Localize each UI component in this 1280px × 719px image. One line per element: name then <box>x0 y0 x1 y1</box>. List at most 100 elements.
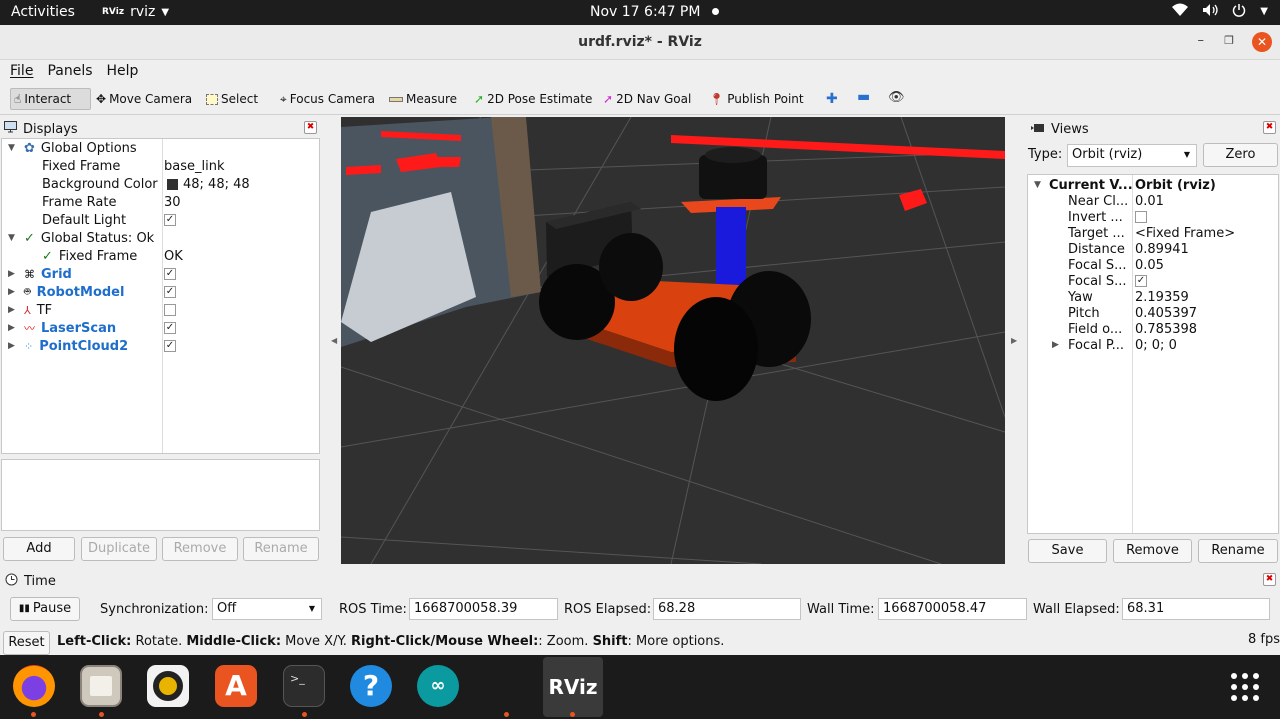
monitor-icon <box>4 121 17 137</box>
close-time-icon[interactable]: ✖ <box>1263 573 1276 586</box>
ros-elapsed-field[interactable]: 68.28 <box>653 598 801 620</box>
clock-icon <box>5 573 18 590</box>
invert-checkbox[interactable] <box>1135 211 1147 223</box>
collapsed-arrow-icon[interactable]: ▶ <box>8 305 15 315</box>
clock[interactable]: Nov 17 6:47 PM <box>590 4 720 20</box>
gear-icon: ✿ <box>24 140 35 156</box>
rename-view-button[interactable]: Rename <box>1198 539 1278 563</box>
clock-text: Nov 17 6:47 PM <box>590 4 701 20</box>
help-icon[interactable]: ? <box>350 665 392 707</box>
publish-point-tool[interactable]: 📍︎ Publish Point <box>709 88 804 110</box>
synchronization-label: Synchronization: <box>100 602 209 617</box>
move-camera-label: Move Camera <box>109 92 193 106</box>
ros-time-label: ROS Time: <box>339 602 407 617</box>
collapsed-arrow-icon[interactable]: ▶ <box>8 269 15 279</box>
fixed-frame-label: Fixed Frame <box>42 158 121 174</box>
nav-goal-tool[interactable]: ➚ 2D Nav Goal <box>603 88 691 110</box>
wall-time-field[interactable]: 1668700058.47 <box>878 598 1027 620</box>
pose-estimate-tool[interactable]: ➚ 2D Pose Estimate <box>474 88 592 110</box>
fixed-frame-value[interactable]: base_link <box>164 157 224 175</box>
duplicate-display-button[interactable]: Duplicate <box>81 537 157 561</box>
eye-icon[interactable]: 👁︎ <box>888 90 905 105</box>
reset-button[interactable]: Reset <box>3 631 50 655</box>
display-grid-row[interactable]: ⌘ Grid <box>24 265 72 283</box>
focal-shape-checkbox[interactable]: ✓ <box>1135 275 1147 287</box>
synchronization-select[interactable]: Off ▼ <box>212 598 322 620</box>
show-apps-icon[interactable] <box>1230 672 1260 702</box>
publish-point-label: Publish Point <box>727 92 804 106</box>
hand-icon: ☝ <box>14 92 22 106</box>
add-tool-icon[interactable]: ✚ <box>826 91 838 107</box>
files-icon[interactable] <box>80 665 122 707</box>
firefox-icon[interactable] <box>13 665 55 707</box>
laserscan-checkbox[interactable]: ✓ <box>164 322 176 334</box>
software-store-icon[interactable]: A <box>215 665 257 707</box>
expand-arrow-icon[interactable]: ▼ <box>8 143 15 153</box>
synchronization-value: Off <box>217 601 237 616</box>
grid-checkbox[interactable]: ✓ <box>164 268 176 280</box>
focus-camera-tool[interactable]: ⌖ Focus Camera <box>280 88 375 110</box>
prop-value[interactable]: 0; 0; 0 <box>1135 336 1177 354</box>
frame-rate-value[interactable]: 30 <box>164 193 181 211</box>
display-robotmodel-row[interactable]: 🤖︎ RobotModel <box>24 283 124 301</box>
pause-button[interactable]: ▮▮ Pause <box>10 597 80 621</box>
menu-help[interactable]: Help <box>107 63 139 79</box>
pointcloud2-checkbox[interactable]: ✓ <box>164 340 176 352</box>
system-top-bar: Activities RViz rviz ▼ Nov 17 6:47 PM ▼ <box>0 0 1280 25</box>
zero-button[interactable]: Zero <box>1203 143 1278 167</box>
tf-checkbox[interactable] <box>164 304 176 316</box>
background-color-label: Background Color <box>42 176 158 192</box>
collapsed-arrow-icon[interactable]: ▶ <box>8 287 15 297</box>
running-indicator <box>302 712 307 717</box>
save-view-button[interactable]: Save <box>1028 539 1107 563</box>
remove-tool-icon[interactable]: ▬ <box>857 89 870 105</box>
maximize-icon[interactable]: ❐ <box>1224 34 1234 47</box>
system-tray[interactable]: ▼ <box>1172 3 1268 21</box>
measure-tool[interactable]: Measure <box>389 88 457 110</box>
status-fixed-frame-row: ✓ Fixed Frame <box>42 247 137 265</box>
collapsed-arrow-icon[interactable]: ▶ <box>8 341 15 351</box>
background-color-value[interactable]: 48; 48; 48 <box>167 175 250 193</box>
rhythmbox-icon[interactable] <box>147 665 189 707</box>
select-tool[interactable]: Select <box>206 88 258 110</box>
display-laserscan-row[interactable]: 〰 LaserScan <box>24 319 116 337</box>
terminal-icon[interactable]: >_ <box>283 665 325 707</box>
expand-arrow-icon[interactable]: ▼ <box>1034 180 1041 190</box>
collapsed-arrow-icon[interactable]: ▶ <box>8 323 15 333</box>
global-options-row[interactable]: ✿ Global Options <box>24 139 137 157</box>
menu-panels[interactable]: Panels <box>47 63 92 79</box>
ros-time-field[interactable]: 1668700058.39 <box>409 598 558 620</box>
camera-icon <box>1031 122 1045 137</box>
interact-tool[interactable]: ☝ Interact <box>10 88 91 110</box>
remove-view-button[interactable]: Remove <box>1113 539 1192 563</box>
render-viewport[interactable] <box>341 117 1005 564</box>
expand-arrow-icon[interactable]: ▼ <box>8 233 15 243</box>
robotmodel-checkbox[interactable]: ✓ <box>164 286 176 298</box>
remove-display-button[interactable]: Remove <box>162 537 238 561</box>
menu-file[interactable]: File <box>10 63 33 79</box>
add-display-button[interactable]: Add <box>3 537 75 561</box>
activities-button[interactable]: Activities <box>11 4 75 20</box>
global-status-row[interactable]: ✓ Global Status: Ok <box>24 229 154 247</box>
close-views-icon[interactable]: ✖ <box>1263 121 1276 134</box>
view-type-select[interactable]: Orbit (rviz) ▼ <box>1067 144 1197 167</box>
pointcloud-icon: ⁘ <box>24 339 34 353</box>
window-titlebar[interactable]: urdf.rviz* - RViz – ❐ ✕ <box>0 25 1280 60</box>
wall-elapsed-field[interactable]: 68.31 <box>1122 598 1270 620</box>
rename-display-button[interactable]: Rename <box>243 537 319 561</box>
collapse-right-icon[interactable]: ▶ <box>1011 336 1017 345</box>
move-camera-tool[interactable]: ✥ Move Camera <box>96 88 192 110</box>
rviz-dock-icon[interactable]: RViz <box>543 657 603 717</box>
close-icon[interactable]: ✕ <box>1252 32 1272 52</box>
app-menu[interactable]: RViz rviz ▼ <box>102 4 169 20</box>
arduino-icon[interactable]: ∞ <box>417 665 459 707</box>
laserscan-label: LaserScan <box>41 320 117 336</box>
minimize-icon[interactable]: – <box>1198 33 1205 48</box>
collapse-left-icon[interactable]: ◀ <box>331 336 337 345</box>
close-displays-icon[interactable]: ✖ <box>304 121 317 134</box>
default-light-checkbox[interactable]: ✓ <box>164 214 176 226</box>
time-title: Time <box>24 573 56 589</box>
collapsed-arrow-icon[interactable]: ▶ <box>1052 340 1059 350</box>
display-tf-row[interactable]: ⅄ TF <box>24 301 52 319</box>
display-pointcloud2-row[interactable]: ⁘ PointCloud2 <box>24 337 128 355</box>
